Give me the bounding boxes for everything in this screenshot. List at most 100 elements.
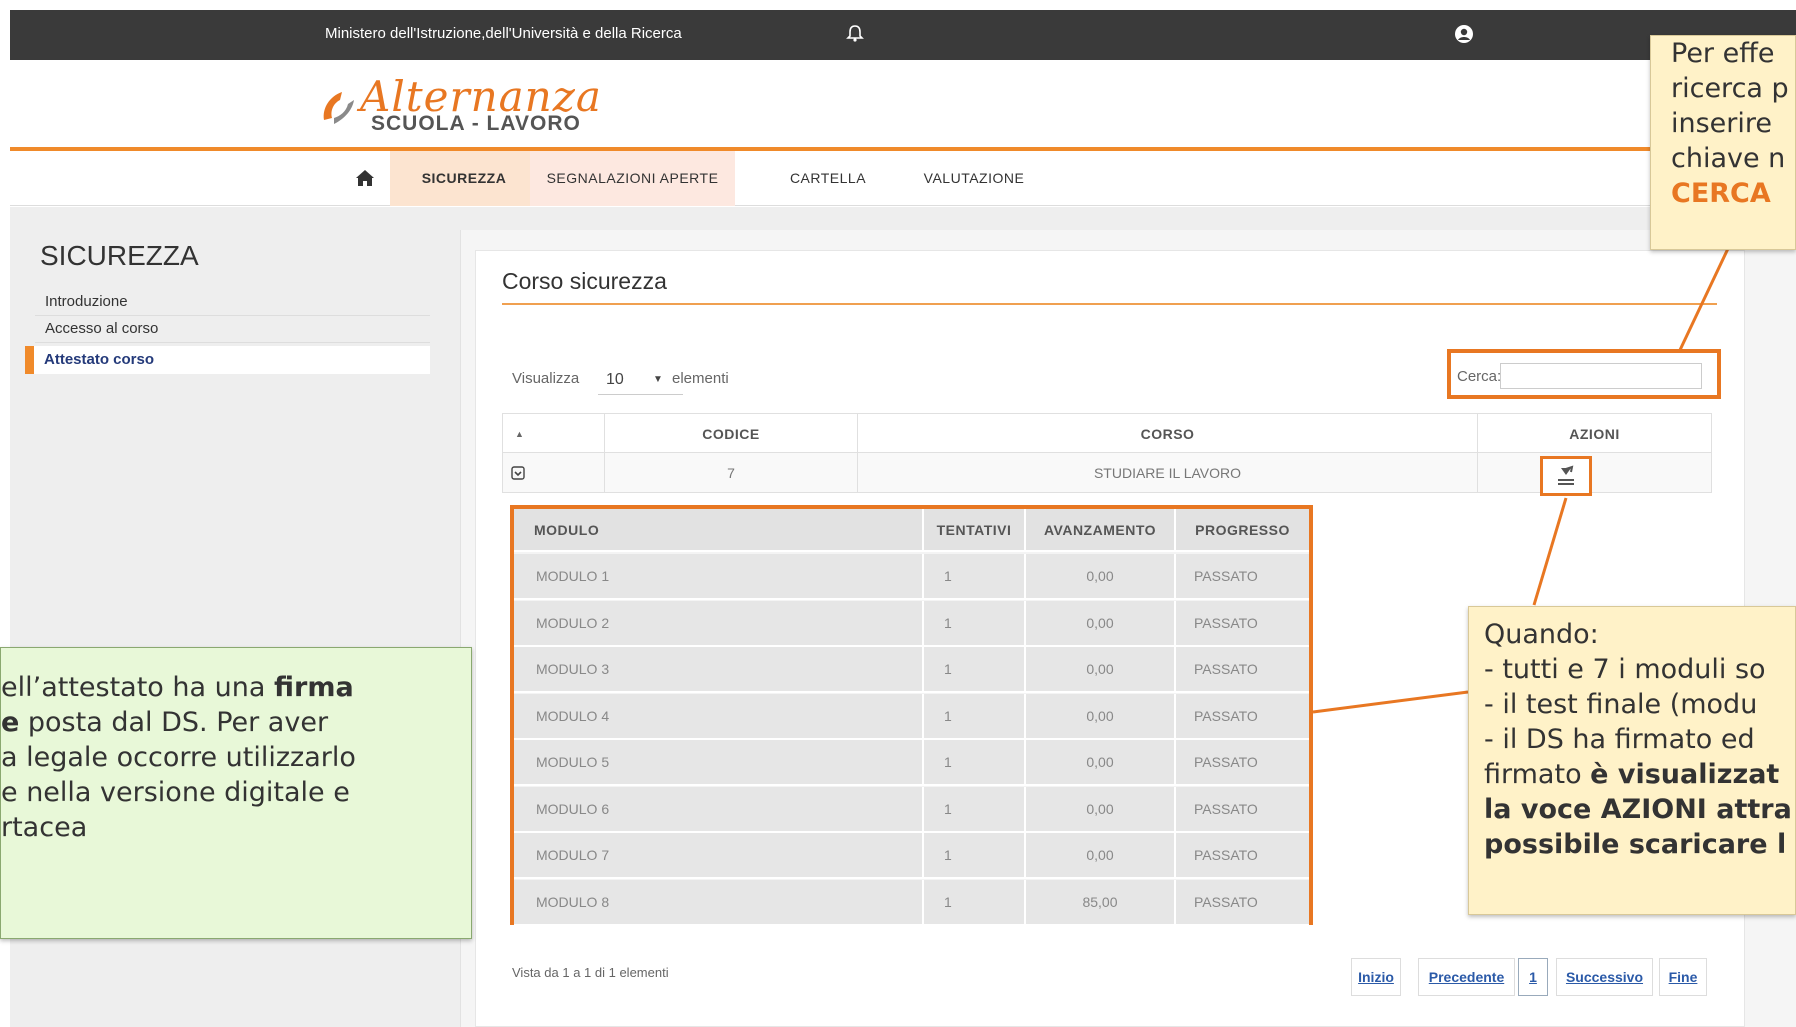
module-row: MODULO 5 1 0,00 PASSATO	[514, 740, 1309, 786]
actions-callout: Quando: - tutti e 7 i moduli so - il tes…	[1468, 606, 1796, 915]
column-modulo: MODULO	[514, 509, 924, 552]
top-bar: Ministero dell'Istruzione,dell'Universit…	[10, 10, 1796, 60]
chevron-down-icon: ▼	[653, 374, 663, 385]
column-tentativi: TENTATIVI	[924, 509, 1026, 552]
search-callout: Per effe ricerca p inserire chiave n CER…	[1650, 35, 1796, 250]
nav-segnalazioni-aperte[interactable]: SEGNALAZIONI APERTE	[530, 151, 735, 206]
pager-first[interactable]: Inizio	[1351, 958, 1401, 996]
callout-text: a legale occorre utilizzarlo	[1, 742, 356, 773]
module-name: MODULO 5	[514, 740, 924, 784]
modules-table: MODULO TENTATIVI AVANZAMENTO PROGRESSO M…	[510, 505, 1313, 926]
pager-next[interactable]: Successivo	[1556, 958, 1653, 996]
callout-line: ell’attestato ha una firma	[1, 670, 354, 705]
module-name: MODULO 6	[514, 786, 924, 831]
callout-text: firmato	[1484, 759, 1591, 790]
callout-bold-text: è visualizzat	[1590, 759, 1780, 790]
callout-text: Quando:	[1484, 619, 1599, 650]
table-row: 7 STUDIARE IL LAVORO	[502, 453, 1712, 493]
module-name: MODULO 2	[514, 600, 924, 645]
signature-callout: ell’attestato ha una firma e posta dal D…	[0, 647, 472, 939]
sidebar-item-introduzione[interactable]: Introduzione	[35, 288, 430, 316]
page-size-label: Visualizza	[512, 370, 580, 387]
collapse-icon[interactable]	[503, 453, 605, 493]
pager-last[interactable]: Fine	[1659, 958, 1707, 996]
callout-line: firmato è visualizzat	[1484, 757, 1795, 792]
callout-text: inserire	[1671, 108, 1773, 139]
callout-text: - tutti e 7 i moduli so	[1484, 654, 1766, 685]
main-nav: SICUREZZA SEGNALAZIONI APERTE CARTELLA V…	[10, 151, 1796, 206]
row-actions	[1478, 453, 1711, 493]
page-title: Corso sicurezza	[502, 268, 667, 294]
callout-text: rtacea	[1, 812, 88, 843]
nav-home[interactable]	[340, 151, 390, 206]
callout-line: e posta dal DS. Per aver	[1, 705, 328, 740]
logo-subtitle: SCUOLA - LAVORO	[371, 112, 581, 135]
callout-text: ricerca p	[1671, 73, 1789, 104]
module-progress-value: 0,00	[1026, 647, 1176, 691]
module-attempts: 1	[924, 647, 1026, 691]
callout-bold-text: firma	[274, 672, 354, 703]
module-attempts: 1	[924, 833, 1026, 877]
callout-text: Per effe	[1671, 38, 1775, 69]
module-name: MODULO 4	[514, 693, 924, 738]
column-corso[interactable]: CORSO	[858, 414, 1478, 454]
row-code: 7	[605, 453, 858, 493]
download-certificate-button[interactable]	[1540, 456, 1592, 496]
home-icon	[356, 170, 374, 186]
table-info: Vista da 1 a 1 di 1 elementi	[512, 965, 669, 980]
callout-text: posta dal DS. Per aver	[19, 707, 329, 738]
module-name: MODULO 3	[514, 647, 924, 691]
sidebar-title: SICUREZZA	[40, 240, 199, 271]
module-row: MODULO 2 1 0,00 PASSATO	[514, 600, 1309, 647]
module-row: MODULO 8 1 85,00 PASSATO	[514, 879, 1309, 926]
callout-text: - il test finale (modu	[1484, 689, 1758, 720]
callout-text: - il DS ha firmato ed	[1484, 724, 1755, 755]
nav-cartella[interactable]: CARTELLA	[778, 151, 878, 206]
modules-header: MODULO TENTATIVI AVANZAMENTO PROGRESSO	[514, 509, 1309, 552]
module-row: MODULO 6 1 0,00 PASSATO	[514, 786, 1309, 833]
pager-page-1[interactable]: 1	[1518, 958, 1548, 996]
module-status: PASSATO	[1194, 661, 1258, 677]
search-label: Cerca:	[1457, 368, 1502, 385]
row-course: STUDIARE IL LAVORO	[858, 453, 1478, 493]
user-circle-icon[interactable]	[1453, 23, 1475, 45]
module-attempts: 1	[924, 740, 1026, 784]
callout-text: chiave n	[1671, 143, 1786, 174]
sidebar-item-accesso-corso[interactable]: Accesso al corso	[35, 315, 430, 343]
module-status: PASSATO	[1194, 800, 1258, 817]
page-size-select[interactable]: 10 ▼	[598, 365, 683, 395]
module-status: PASSATO	[1194, 754, 1258, 770]
module-attempts: 1	[924, 879, 1026, 924]
callout-cerca: CERCA	[1671, 178, 1771, 209]
module-progress-value: 0,00	[1026, 786, 1176, 831]
download-icon	[1558, 465, 1574, 485]
module-progress-value: 0,00	[1026, 740, 1176, 784]
module-status: PASSATO	[1194, 707, 1258, 724]
callout-bold-text: la voce AZIONI attra	[1484, 794, 1792, 825]
module-row: MODULO 7 1 0,00 PASSATO	[514, 833, 1309, 879]
module-attempts: 1	[924, 693, 1026, 738]
sidebar-item-attestato-corso[interactable]: Attestato corso	[25, 346, 430, 374]
column-azioni[interactable]: AZIONI	[1478, 414, 1711, 454]
module-attempts: 1	[924, 786, 1026, 831]
bell-icon[interactable]	[845, 23, 865, 43]
module-progress-value: 0,00	[1026, 600, 1176, 645]
module-progress-value: 85,00	[1026, 879, 1176, 924]
module-progress-value: 0,00	[1026, 554, 1176, 598]
page-size-value: 10	[606, 371, 624, 388]
pager-previous[interactable]: Precedente	[1418, 958, 1515, 996]
callout-text: e nella versione digitale e	[1, 777, 350, 808]
nav-sicurezza[interactable]: SICUREZZA	[390, 151, 538, 206]
ministry-name: Ministero dell'Istruzione,dell'Universit…	[325, 25, 682, 42]
column-codice[interactable]: CODICE	[605, 414, 858, 454]
module-status: PASSATO	[1194, 614, 1258, 631]
callout-bold-text: possibile scaricare l	[1484, 829, 1787, 860]
search-input[interactable]	[1500, 363, 1702, 389]
column-progresso: PROGRESSO	[1195, 522, 1290, 538]
module-progress-value: 0,00	[1026, 833, 1176, 877]
module-progress-value: 0,00	[1026, 693, 1176, 738]
module-status: PASSATO	[1194, 893, 1258, 910]
module-row: MODULO 1 1 0,00 PASSATO	[514, 554, 1309, 600]
nav-valutazione[interactable]: VALUTAZIONE	[915, 151, 1033, 206]
sort-icon[interactable]: ▲	[503, 414, 605, 454]
